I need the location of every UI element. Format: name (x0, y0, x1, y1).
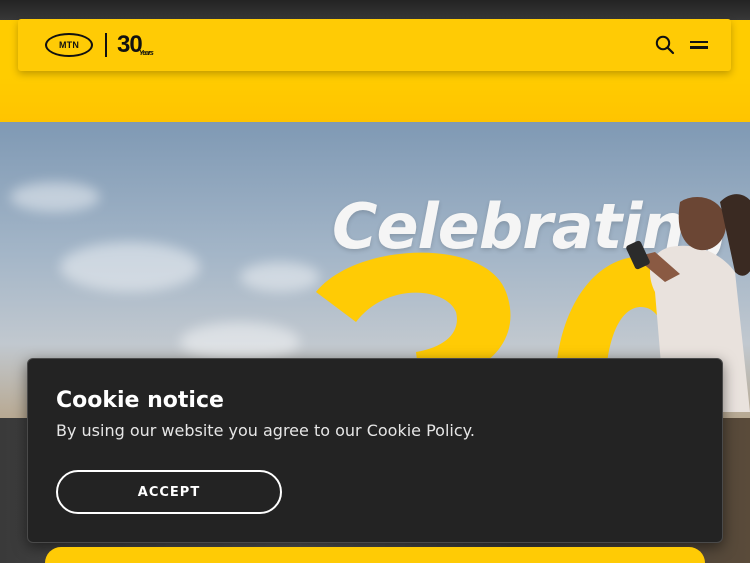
cloud-decoration (10, 182, 100, 212)
search-icon (655, 35, 675, 55)
cookie-notice-message: By using our website you agree to our Co… (56, 421, 475, 440)
cloud-decoration (60, 242, 200, 292)
logo-divider (105, 33, 107, 57)
cloud-decoration (180, 322, 300, 362)
hamburger-menu-icon (690, 46, 708, 49)
cookie-notice-title: Cookie notice (56, 388, 224, 413)
anniversary-number: 30 (117, 31, 143, 58)
hamburger-menu-icon (690, 40, 708, 43)
mtn-logo[interactable]: MTN 30 Years (45, 31, 154, 59)
cookie-notice-dialog: Cookie notice By using our website you a… (27, 358, 723, 543)
bottom-yellow-bar[interactable] (45, 547, 705, 563)
site-header: MTN 30 Years (18, 19, 731, 71)
anniversary-badge: 30 Years (117, 31, 154, 58)
search-button[interactable] (655, 35, 675, 55)
cloud-decoration (240, 262, 320, 292)
accept-cookies-button[interactable]: ACCEPT (56, 470, 282, 514)
hamburger-menu-button[interactable] (690, 38, 710, 52)
mtn-logo-oval: MTN (45, 33, 93, 57)
anniversary-word: Years (139, 50, 154, 57)
